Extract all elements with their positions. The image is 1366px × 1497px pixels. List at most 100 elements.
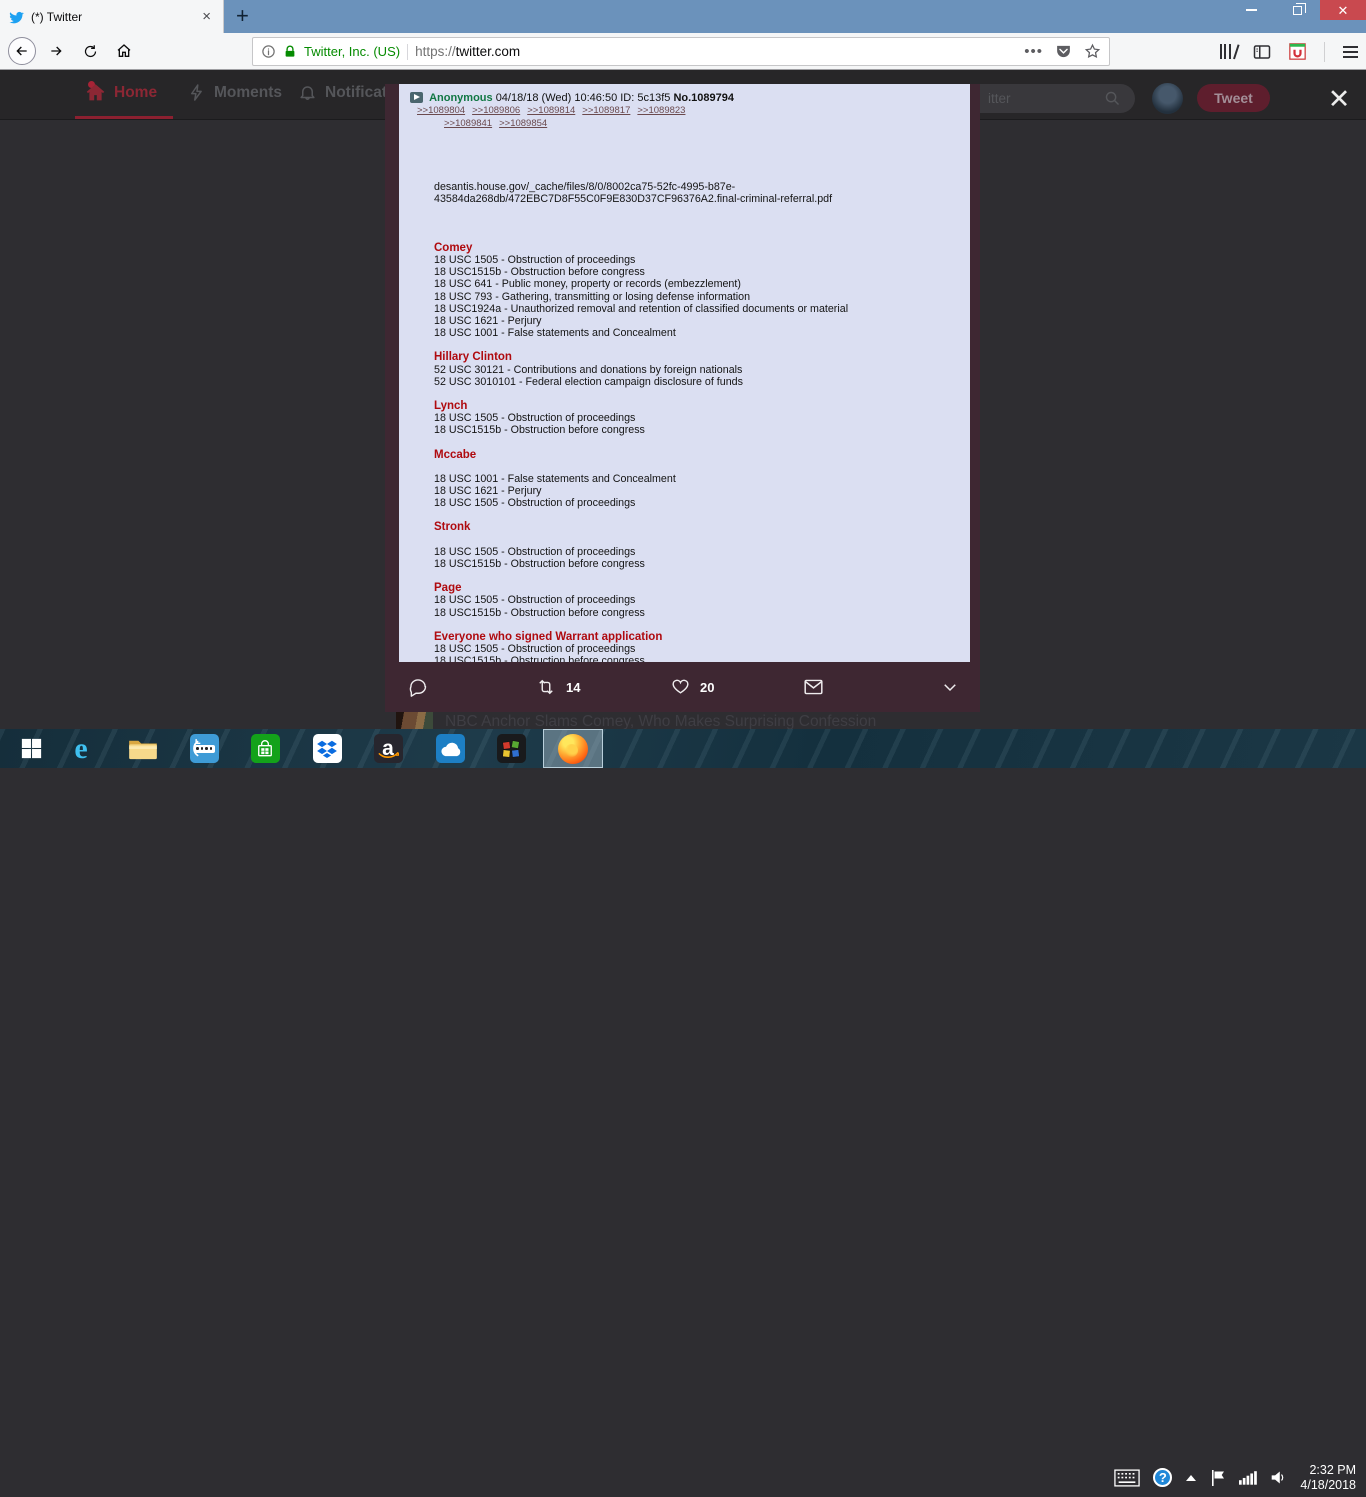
windows-store-icon[interactable] <box>242 729 288 768</box>
home-button[interactable] <box>110 37 138 65</box>
charge-section: Lynch18 USC 1505 - Obstruction of procee… <box>434 400 970 437</box>
window-minimize-button[interactable] <box>1228 0 1274 20</box>
poster-name: Anonymous <box>429 92 493 104</box>
file-explorer-icon[interactable] <box>120 729 166 768</box>
backlink[interactable]: >>1089806 <box>472 105 520 116</box>
charge-line: 18 USC 1001 - False statements and Conce… <box>434 327 970 339</box>
touch-keyboard-icon[interactable] <box>1114 1469 1140 1487</box>
pdf-link-line: 43584da268db/472EBC7D8F55C0F9E830D37CF96… <box>434 193 970 205</box>
charge-line: 18 USC 1001 - False statements and Conce… <box>434 473 970 485</box>
ssl-lock-icon[interactable] <box>283 45 297 59</box>
hidden-icons-chevron[interactable] <box>1185 1473 1197 1483</box>
window-close-button[interactable]: ✕ <box>1320 0 1366 20</box>
adblock-extension-icon[interactable] <box>1289 43 1306 60</box>
backlink[interactable]: >>1089823 <box>637 105 685 116</box>
like-button[interactable]: 20 <box>670 662 714 712</box>
timeline-tweet-peek[interactable]: NBC Anchor Slams Comey, Who Makes Surpri… <box>396 712 986 729</box>
password-manager-icon[interactable] <box>181 729 227 768</box>
nav-item-home[interactable]: Home <box>85 82 157 103</box>
tab-close-icon[interactable]: × <box>198 8 215 25</box>
reload-button[interactable] <box>76 37 104 65</box>
like-count: 20 <box>700 680 714 695</box>
reply-button[interactable] <box>408 662 428 712</box>
backlinks-row: >>1089804 >>1089806 >>1089814 >>1089817 >>10… <box>410 104 685 116</box>
photo-modal: Anonymous 04/18/18 (Wed) 10:46:50 ID: 5c… <box>385 84 980 712</box>
menu-hamburger-icon[interactable] <box>1343 46 1358 58</box>
window-restore-button[interactable] <box>1274 0 1320 20</box>
backlink[interactable]: >>1089854 <box>499 118 547 129</box>
modal-close-icon[interactable]: ✕ <box>1324 84 1354 114</box>
restore-icon <box>1293 6 1302 15</box>
retweet-button[interactable]: 14 <box>535 662 580 712</box>
charge-line: 18 USC1924a - Unauthorized removal and r… <box>434 303 970 315</box>
charge-section: Mccabe18 USC 1001 - False statements and… <box>434 449 970 510</box>
pdf-link: desantis.house.gov/_cache/files/8/0/8002… <box>434 181 970 205</box>
puzzle-app-icon[interactable] <box>488 729 534 768</box>
start-button[interactable] <box>8 729 54 768</box>
charge-line: 18 USC 1505 - Obstruction of proceedings <box>434 546 970 558</box>
tweet-thumbnail <box>396 712 433 729</box>
volume-icon[interactable] <box>1270 1469 1287 1486</box>
profile-avatar[interactable] <box>1152 83 1183 114</box>
firefox-icon[interactable] <box>543 729 603 768</box>
browser-tab[interactable]: (*) Twitter × <box>0 0 224 33</box>
site-identity-label[interactable]: Twitter, Inc. (US) <box>304 44 400 59</box>
tweet-headline: NBC Anchor Slams Comey, Who Makes Surpri… <box>445 712 876 729</box>
charge-line: 18 USC 1505 - Obstruction of proceedings <box>434 594 970 606</box>
post-screenshot-image[interactable]: Anonymous 04/18/18 (Wed) 10:46:50 ID: 5c… <box>399 84 970 662</box>
search-placeholder: itter <box>988 91 1011 106</box>
tweet-button[interactable]: Tweet <box>1197 84 1270 112</box>
charge-line: 18 USC1515b - Obstruction before congres… <box>434 266 970 278</box>
library-icon[interactable] <box>1220 44 1236 59</box>
help-icon[interactable]: ? <box>1153 1468 1172 1487</box>
charge-line: 18 USC1515b - Obstruction before congres… <box>434 558 970 570</box>
section-heading: Lynch <box>434 400 970 412</box>
tab-title: (*) Twitter <box>31 10 191 24</box>
new-tab-button[interactable]: + <box>236 5 249 27</box>
charge-line: 52 USC 30121 - Contributions and donatio… <box>434 364 970 376</box>
url-text[interactable]: https://twitter.com <box>415 44 1017 59</box>
url-divider <box>407 44 408 60</box>
browser-toolbar: Twitter, Inc. (US) https://twitter.com •… <box>0 33 1366 70</box>
network-signal-icon[interactable] <box>1239 1470 1257 1485</box>
charge-line: 52 USC 3010101 - Federal election campai… <box>434 376 970 388</box>
system-clock[interactable]: 2:32 PM 4/18/2018 <box>1300 1463 1356 1493</box>
dropbox-icon[interactable] <box>304 729 350 768</box>
minimize-icon <box>1246 9 1257 11</box>
charge-section: Hillary Clinton52 USC 30121 - Contributi… <box>434 351 970 388</box>
action-center-flag-icon[interactable] <box>1210 1469 1226 1487</box>
nav-label: Home <box>114 84 157 102</box>
backlink[interactable]: >>1089841 <box>444 118 492 129</box>
charge-line: 18 USC 641 - Public money, property or r… <box>434 278 970 290</box>
bookmark-star-icon[interactable] <box>1084 43 1101 60</box>
charge-section: Page18 USC 1505 - Obstruction of proceed… <box>434 582 970 619</box>
backlinks-row: >>1089841 >>1089854 <box>437 117 970 130</box>
cloud-app-icon[interactable] <box>427 729 473 768</box>
nav-item-moments[interactable]: Moments <box>188 82 282 103</box>
url-bar[interactable]: Twitter, Inc. (US) https://twitter.com •… <box>252 37 1110 66</box>
charge-section: Comey18 USC 1505 - Obstruction of procee… <box>434 242 970 340</box>
backlink[interactable]: >>1089804 <box>417 105 465 116</box>
more-chevron-icon[interactable] <box>941 662 959 712</box>
charge-line: 18 USC1515b - Obstruction before congres… <box>434 607 970 619</box>
charge-line: 18 USC 1621 - Perjury <box>434 485 970 497</box>
post-header: Anonymous 04/18/18 (Wed) 10:46:50 ID: 5c… <box>410 92 970 131</box>
direct-message-button[interactable] <box>803 662 824 712</box>
clock-date: 4/18/2018 <box>1300 1478 1356 1493</box>
charge-line: 18 USC 1505 - Obstruction of proceedings <box>434 412 970 424</box>
section-heading: Page <box>434 582 970 594</box>
pocket-icon[interactable] <box>1055 43 1072 60</box>
forward-button[interactable] <box>42 37 70 65</box>
page-info-icon[interactable] <box>261 44 276 59</box>
sidebar-icon[interactable] <box>1253 44 1271 60</box>
amazon-icon[interactable]: a <box>365 729 411 768</box>
charge-section: Stronk18 USC 1505 - Obstruction of proce… <box>434 521 970 570</box>
close-icon: ✕ <box>1338 4 1349 17</box>
internet-explorer-icon[interactable]: e <box>58 729 104 768</box>
backlink[interactable]: >>1089817 <box>582 105 630 116</box>
back-button[interactable] <box>8 37 36 65</box>
twitter-page-dimmed: Home Moments Notificatio itter Tweet ✕ A… <box>0 70 1366 729</box>
page-actions-icon[interactable]: ••• <box>1024 43 1043 60</box>
backlink[interactable]: >>1089814 <box>527 105 575 116</box>
charge-line: 18 USC 793 - Gathering, transmitting or … <box>434 291 970 303</box>
